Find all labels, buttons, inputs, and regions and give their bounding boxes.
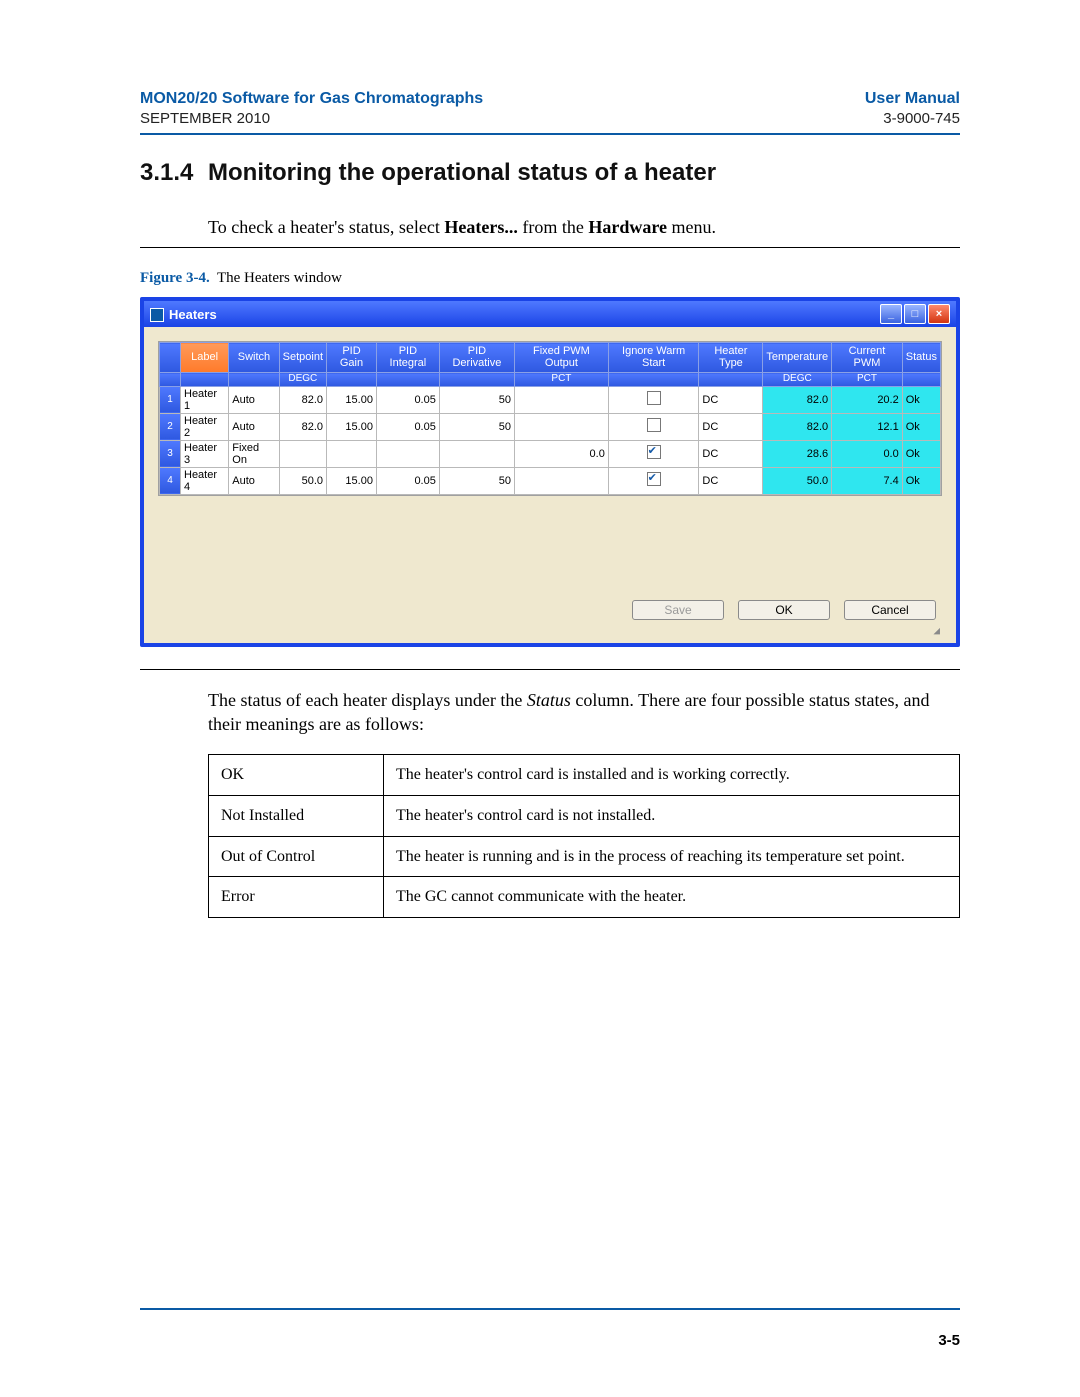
col-pid-derivative[interactable]: PID Derivative bbox=[439, 343, 514, 373]
col-pid-gain[interactable]: PID Gain bbox=[327, 343, 377, 373]
col-status[interactable]: Status bbox=[902, 343, 940, 373]
cancel-button[interactable]: Cancel bbox=[844, 600, 936, 620]
col-pid-integral[interactable]: PID Integral bbox=[376, 343, 439, 373]
col-temperature[interactable]: Temperature bbox=[763, 343, 832, 373]
rule-under-figure bbox=[140, 669, 960, 670]
figure-caption: Figure 3-4. The Heaters window bbox=[140, 270, 960, 287]
save-button: Save bbox=[632, 600, 724, 620]
grid-header-row: Label Switch Setpoint PID Gain PID Integ… bbox=[160, 343, 941, 373]
col-current-pwm[interactable]: Current PWM bbox=[832, 343, 903, 373]
grid-row[interactable]: 4 Heater 4 Auto 50.0 15.00 0.05 50 DC 50… bbox=[160, 467, 941, 494]
status-table: OKThe heater's control card is installed… bbox=[208, 754, 960, 917]
ignore-warmstart-checkbox[interactable] bbox=[647, 418, 661, 432]
col-switch[interactable]: Switch bbox=[229, 343, 279, 373]
header-rule bbox=[140, 133, 960, 135]
window-titlebar[interactable]: Heaters _ □ × bbox=[144, 301, 956, 327]
ignore-warmstart-checkbox[interactable] bbox=[647, 391, 661, 405]
section-heading: 3.1.4Monitoring the operational status o… bbox=[140, 159, 960, 187]
col-ignore-warm-start[interactable]: Ignore Warm Start bbox=[608, 343, 699, 373]
page-header: MON20/20 Software for Gas Chromatographs… bbox=[140, 90, 960, 127]
grid-row[interactable]: 1 Heater 1 Auto 82.0 15.00 0.05 50 DC 82… bbox=[160, 386, 941, 413]
ignore-warmstart-checkbox[interactable] bbox=[647, 445, 661, 459]
doc-number: 3-9000-745 bbox=[865, 110, 960, 127]
status-row: Out of ControlThe heater is running and … bbox=[209, 836, 960, 877]
status-row: Not InstalledThe heater's control card i… bbox=[209, 796, 960, 837]
grid-units-row: DEGC PCT DEGC PCT bbox=[160, 373, 941, 387]
status-row: ErrorThe GC cannot communicate with the … bbox=[209, 877, 960, 918]
window-icon bbox=[150, 308, 164, 322]
manual-label: User Manual bbox=[865, 90, 960, 108]
status-paragraph: The status of each heater displays under… bbox=[208, 688, 960, 737]
doc-title: MON20/20 Software for Gas Chromatographs bbox=[140, 90, 483, 108]
rule-under-intro bbox=[140, 247, 960, 248]
col-setpoint[interactable]: Setpoint bbox=[279, 343, 326, 373]
window-title: Heaters bbox=[169, 307, 217, 322]
intro-paragraph: To check a heater's status, select Heate… bbox=[208, 215, 960, 239]
ignore-warmstart-checkbox[interactable] bbox=[647, 472, 661, 486]
col-label[interactable]: Label bbox=[181, 343, 229, 373]
resize-grip[interactable]: ◢ bbox=[158, 624, 942, 637]
ok-button[interactable]: OK bbox=[738, 600, 830, 620]
row-select-header[interactable] bbox=[160, 343, 181, 373]
footer-rule bbox=[140, 1308, 960, 1310]
grid-row[interactable]: 3 Heater 3 Fixed On 0.0 DC 28.6 0.0 Ok bbox=[160, 440, 941, 467]
maximize-button[interactable]: □ bbox=[904, 304, 926, 324]
close-button[interactable]: × bbox=[928, 304, 950, 324]
grid-row[interactable]: 2 Heater 2 Auto 82.0 15.00 0.05 50 DC 82… bbox=[160, 413, 941, 440]
heaters-grid: Label Switch Setpoint PID Gain PID Integ… bbox=[158, 341, 942, 496]
heaters-window: Heaters _ □ × Label Switch Setpoint PID … bbox=[140, 297, 960, 647]
minimize-button[interactable]: _ bbox=[880, 304, 902, 324]
page-number: 3-5 bbox=[938, 1332, 960, 1349]
doc-date: SEPTEMBER 2010 bbox=[140, 110, 483, 127]
status-row: OKThe heater's control card is installed… bbox=[209, 755, 960, 796]
col-heater-type[interactable]: Heater Type bbox=[699, 343, 763, 373]
col-fixed-pwm[interactable]: Fixed PWM Output bbox=[514, 343, 608, 373]
